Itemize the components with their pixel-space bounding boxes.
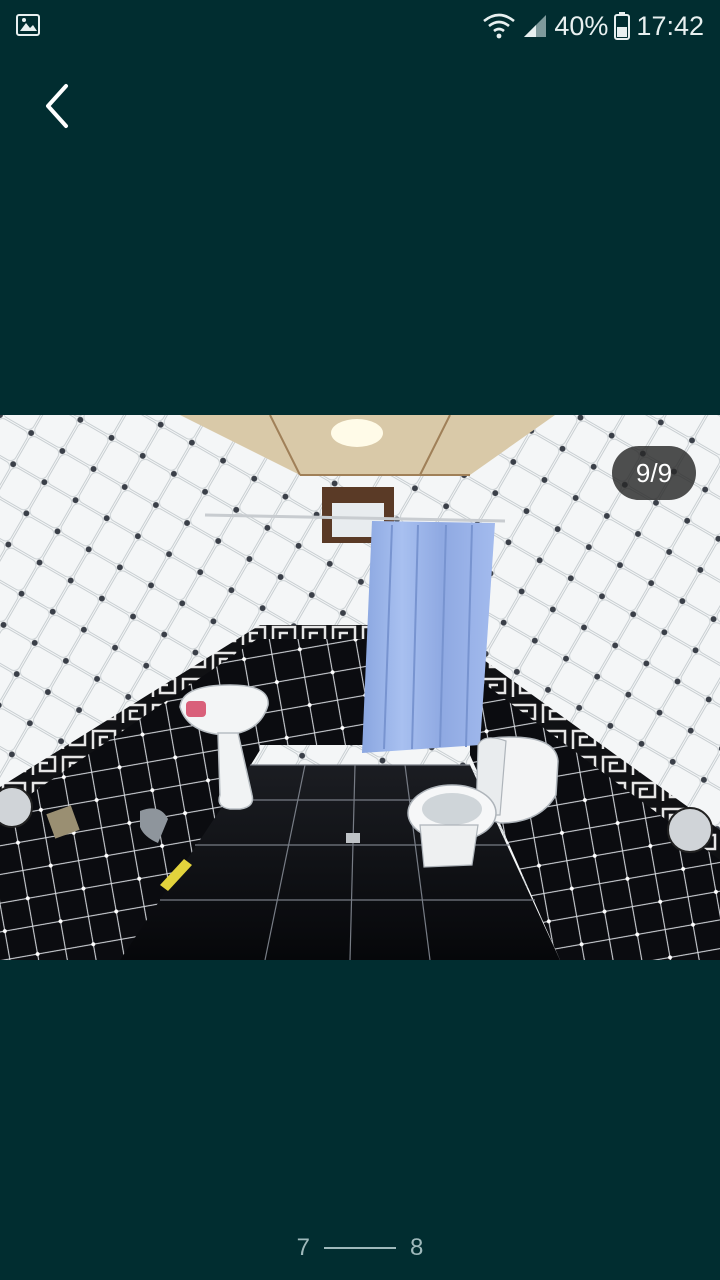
image-counter-badge: 9/9	[612, 446, 696, 500]
battery-icon	[614, 12, 631, 40]
bathroom-photo	[0, 415, 720, 960]
pager: 7 8	[0, 1230, 720, 1266]
battery-percent: 40%	[554, 10, 609, 41]
clock: 17:42	[636, 10, 704, 41]
wifi-icon	[483, 13, 516, 39]
pager-prev[interactable]: 7	[297, 1234, 310, 1262]
signal-icon	[524, 15, 547, 37]
status-bar: 40% 17:42	[0, 0, 720, 50]
pager-divider	[324, 1247, 396, 1249]
status-right-group: 40% 17:42	[482, 8, 704, 44]
pager-next[interactable]: 8	[410, 1234, 423, 1262]
chevron-left-icon	[46, 84, 68, 128]
back-button[interactable]	[30, 76, 90, 136]
gallery-photo[interactable]	[0, 415, 720, 960]
gallery-icon	[16, 14, 40, 36]
